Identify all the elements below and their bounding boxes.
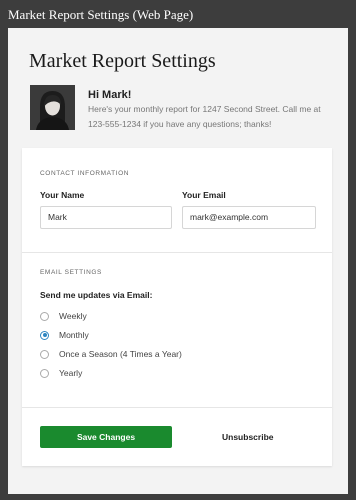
radio-seasonal[interactable] [40, 349, 49, 359]
radio-yearly[interactable] [40, 368, 49, 378]
section-divider [22, 252, 332, 253]
actions-divider [22, 407, 332, 408]
page-title: Market Report Settings [29, 50, 216, 72]
save-button[interactable]: Save Changes [40, 426, 172, 448]
email-frequency-question: Send me updates via Email: [40, 290, 153, 300]
radio-option-seasonal[interactable]: Once a Season (4 Times a Year) [40, 348, 182, 360]
agent-photo-icon [30, 85, 75, 130]
radio-label-yearly: Yearly [59, 368, 83, 378]
radio-label-seasonal: Once a Season (4 Times a Year) [59, 349, 182, 359]
name-field[interactable]: Mark [40, 206, 172, 229]
intro-text: Here's your monthly report for 1247 Seco… [88, 104, 321, 129]
unsubscribe-link[interactable]: Unsubscribe [222, 432, 274, 442]
avatar [30, 85, 75, 130]
settings-card: CONTACT INFORMATION Your Name Your Email… [22, 148, 332, 466]
radio-option-weekly[interactable]: Weekly [40, 310, 87, 322]
window-title: Market Report Settings (Web Page) [8, 7, 194, 22]
name-label: Your Name [40, 190, 85, 200]
radio-label-weekly: Weekly [59, 311, 87, 321]
email-section-label: EMAIL SETTINGS [40, 269, 102, 276]
radio-option-monthly[interactable]: Monthly [40, 329, 89, 341]
settings-page: Market Report Settings Hi Mark! Here's y… [8, 28, 348, 494]
radio-option-yearly[interactable]: Yearly [40, 367, 82, 379]
radio-weekly[interactable] [40, 311, 49, 321]
contact-section-label: CONTACT INFORMATION [40, 170, 130, 177]
email-field[interactable]: mark@example.com [182, 206, 316, 229]
greeting: Hi Mark! [88, 89, 132, 101]
radio-monthly[interactable] [40, 330, 49, 340]
email-label: Your Email [182, 190, 226, 200]
radio-label-monthly: Monthly [59, 330, 89, 340]
